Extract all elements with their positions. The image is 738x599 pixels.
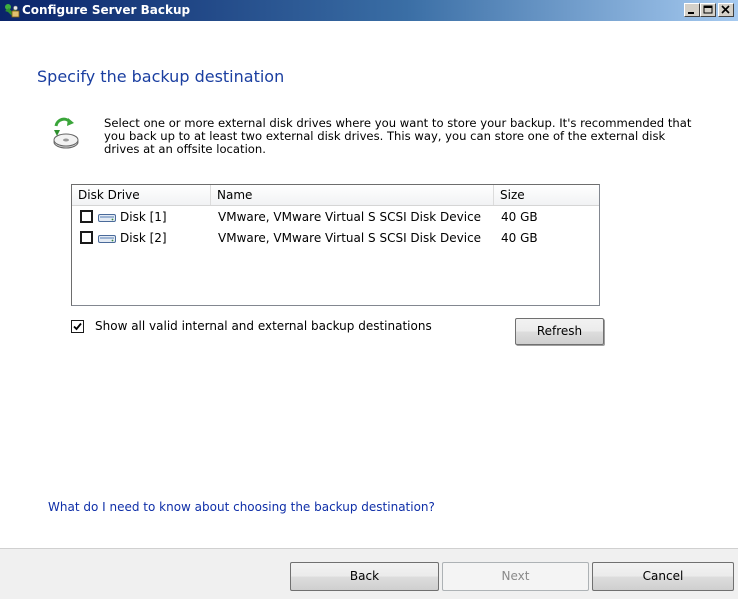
close-button[interactable] (718, 3, 734, 17)
minimize-button[interactable] (684, 3, 700, 17)
disk-drive-cell: Disk [2] (120, 231, 167, 245)
show-all-destinations-label[interactable]: Show all valid internal and external bac… (95, 319, 432, 334)
table-row[interactable]: Disk [1] VMware, VMware Virtual S SCSI D… (72, 207, 599, 227)
checkmark-icon (73, 322, 82, 331)
disk-size-cell: 40 GB (501, 231, 538, 245)
window-title: Configure Server Backup (22, 3, 191, 17)
description-text: Select one or more external disk drives … (104, 116, 692, 156)
maximize-button[interactable] (700, 3, 716, 17)
disk-1-checkbox[interactable] (80, 210, 93, 223)
disk-drive-cell: Disk [1] (120, 210, 167, 224)
table-row[interactable]: Disk [2] VMware, VMware Virtual S SCSI D… (72, 228, 599, 248)
disk-name-cell: VMware, VMware Virtual S SCSI Disk Devic… (218, 231, 482, 245)
column-header-disk-drive[interactable]: Disk Drive (72, 185, 211, 205)
column-header-name[interactable]: Name (211, 185, 494, 205)
disk-size-cell: 40 GB (501, 210, 538, 224)
server-backup-icon (3, 2, 20, 19)
back-button[interactable]: Back (290, 562, 439, 591)
show-all-destinations-checkbox[interactable] (71, 320, 84, 333)
page-title: Specify the backup destination (37, 67, 285, 86)
configure-server-backup-window: Configure Server Backup Specify the back… (0, 0, 738, 599)
minimize-icon (688, 12, 694, 14)
column-header-size[interactable]: Size (494, 185, 599, 205)
hard-disk-icon (98, 212, 116, 222)
help-link[interactable]: What do I need to know about choosing th… (48, 500, 435, 514)
next-button[interactable]: Next (442, 562, 589, 591)
backup-disk-icon (50, 116, 80, 152)
disk-list[interactable]: Disk Drive Name Size Disk [1] VMware, VM… (71, 184, 600, 306)
disk-2-checkbox[interactable] (80, 231, 93, 244)
maximize-icon (703, 5, 713, 14)
cancel-button[interactable]: Cancel (592, 562, 734, 591)
disk-name-cell: VMware, VMware Virtual S SCSI Disk Devic… (218, 210, 482, 224)
title-bar[interactable]: Configure Server Backup (0, 0, 738, 21)
close-icon (721, 5, 730, 14)
refresh-button[interactable]: Refresh (515, 318, 604, 345)
disk-list-header: Disk Drive Name Size (72, 185, 599, 206)
hard-disk-icon (98, 233, 116, 243)
